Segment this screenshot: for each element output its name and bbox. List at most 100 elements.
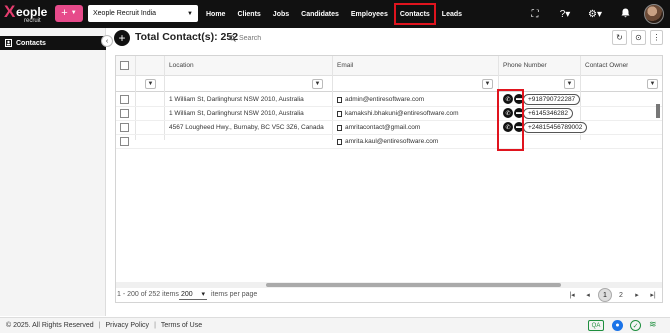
nav-contacts[interactable]: Contacts: [393, 3, 436, 25]
copy-icon[interactable]: [337, 96, 342, 103]
company-select-value: Xeople Recruit India: [93, 10, 157, 17]
table-row[interactable]: amrita.kaul@entiresoftware.com: [116, 135, 662, 149]
sidebar-item-contacts[interactable]: Contacts: [0, 36, 106, 50]
help-icon[interactable]: ?▾: [550, 9, 580, 20]
row-checkbox[interactable]: [120, 123, 129, 132]
cell-email[interactable]: amrita.kaul@entiresoftware.com: [332, 135, 438, 148]
fullscreen-icon[interactable]: ⛶: [520, 9, 550, 20]
select-all-checkbox[interactable]: [120, 61, 129, 70]
email-text: kamakshi.bhakuni@entiresoftware.com: [345, 110, 459, 117]
logo-wordmark: eople: [16, 5, 48, 19]
main-nav: Home Clients Jobs Candidates Employees C…: [200, 0, 468, 28]
footer: © 2025. All Rights Reserved | Privacy Po…: [0, 317, 670, 333]
copy-icon[interactable]: [337, 138, 342, 145]
wifi-icon[interactable]: ≋: [649, 319, 657, 330]
cell-email[interactable]: kamakshi.bhakuni@entiresoftware.com: [332, 107, 459, 120]
prev-page-button[interactable]: ◂: [581, 288, 595, 302]
company-select[interactable]: Xeople Recruit India ▼: [88, 5, 198, 22]
column-header-phone[interactable]: Phone Number: [498, 56, 547, 75]
email-text: admin@entiresoftware.com: [345, 96, 425, 103]
copy-icon[interactable]: [337, 124, 342, 131]
phone-number[interactable]: +6145346282: [523, 108, 573, 119]
divider: |: [154, 322, 156, 329]
table-row[interactable]: 1 William St, Darlinghurst NSW 2010, Aus…: [116, 93, 662, 107]
filter-icon[interactable]: ▼: [145, 79, 156, 89]
sidebar-item-label: Contacts: [16, 39, 46, 47]
cell-email[interactable]: amritacontact@gmail.com: [332, 121, 420, 134]
page-title: Total Contact(s): 252: [135, 31, 239, 43]
avatar[interactable]: [644, 4, 664, 24]
phone-number[interactable]: +24815456789002: [523, 122, 588, 133]
quick-add-button[interactable]: + ▼: [55, 5, 83, 22]
refresh-button[interactable]: ↻: [612, 30, 627, 45]
table-row[interactable]: 1 William St, Darlinghurst NSW 2010, Aus…: [116, 107, 662, 121]
highlight-box: [497, 89, 524, 151]
nav-home[interactable]: Home: [200, 3, 231, 25]
top-navbar: X eople recruit + ▼ Xeople Recruit India…: [0, 0, 670, 28]
cell-location: [164, 135, 169, 148]
last-page-button[interactable]: ▸|: [646, 288, 660, 302]
bell-icon[interactable]: [610, 8, 640, 21]
privacy-link[interactable]: Privacy Policy: [105, 322, 149, 329]
copyright: © 2025. All Rights Reserved: [6, 322, 94, 329]
logo-subtitle: recruit: [24, 18, 41, 24]
cell-location: 4567 Lougheed Hwy., Burnaby, BC V5C 3Z6,…: [169, 124, 324, 131]
vertical-scrollbar[interactable]: [656, 104, 660, 118]
collapse-sidebar-button[interactable]: ‹: [101, 35, 113, 47]
search-bar: [229, 32, 599, 45]
filter-icon[interactable]: ▼: [312, 79, 323, 89]
left-sidebar: Contacts: [0, 28, 106, 316]
column-header-location[interactable]: Location: [164, 56, 194, 75]
chevron-down-icon: ▾: [201, 291, 205, 298]
plus-icon: +: [61, 7, 68, 19]
filter-icon[interactable]: ▼: [482, 79, 493, 89]
terms-link[interactable]: Terms of Use: [161, 322, 202, 329]
row-checkbox[interactable]: [120, 137, 129, 146]
nav-employees[interactable]: Employees: [345, 3, 394, 25]
nav-clients[interactable]: Clients: [231, 3, 266, 25]
page-button[interactable]: 1: [598, 288, 612, 302]
email-text: amrita.kaul@entiresoftware.com: [345, 138, 439, 145]
add-contact-button[interactable]: +: [114, 30, 130, 46]
chevron-down-icon: ▼: [187, 10, 193, 17]
cell-location: 1 William St, Darlinghurst NSW 2010, Aus…: [169, 110, 304, 117]
page-size-value: 200: [181, 290, 193, 298]
column-header-email[interactable]: Email: [332, 56, 353, 75]
nav-leads[interactable]: Leads: [436, 3, 468, 25]
more-button[interactable]: ⋮: [650, 30, 663, 45]
nav-candidates[interactable]: Candidates: [295, 3, 345, 25]
copy-icon[interactable]: [337, 110, 342, 117]
row-checkbox[interactable]: [120, 109, 129, 118]
check-icon[interactable]: ✓: [630, 320, 641, 331]
column-header-contact-owner[interactable]: Contact Owner: [580, 56, 628, 75]
chevron-down-icon: ▼: [70, 10, 77, 16]
settings-icon[interactable]: ⚙▾: [580, 9, 610, 20]
contacts-icon: [5, 39, 12, 47]
first-page-button[interactable]: |◂: [565, 288, 579, 302]
filter-icon[interactable]: ▼: [564, 79, 575, 89]
cell-location: 1 William St, Darlinghurst NSW 2010, Aus…: [169, 96, 304, 103]
pager: 1 - 200 of 252 items 200 ▾ items per pag…: [115, 285, 663, 305]
page-size-select[interactable]: 200 ▾: [179, 289, 207, 300]
brand-logo[interactable]: X eople recruit: [4, 3, 50, 25]
divider: |: [98, 322, 101, 329]
logo-x-mark: X: [4, 2, 16, 21]
next-page-button[interactable]: ▸: [630, 288, 644, 302]
filter-icon[interactable]: ▼: [647, 79, 658, 89]
email-text: amritacontact@gmail.com: [345, 124, 421, 131]
row-checkbox[interactable]: [120, 95, 129, 104]
table-row[interactable]: 4567 Lougheed Hwy., Burnaby, BC V5C 3Z6,…: [116, 121, 662, 135]
phone-number[interactable]: +918790722287: [523, 94, 581, 105]
search-icon: [229, 35, 236, 42]
search-input[interactable]: [239, 35, 579, 42]
nav-jobs[interactable]: Jobs: [267, 3, 295, 25]
column-settings-button[interactable]: ⊙: [631, 30, 646, 45]
page-size-label: items per page: [211, 291, 258, 298]
qa-badge[interactable]: QA: [588, 320, 604, 331]
pager-info: 1 - 200 of 252 items: [117, 291, 179, 298]
user-status-icon[interactable]: ●: [612, 320, 623, 331]
page-button[interactable]: 2: [614, 288, 628, 302]
top-icon-bar: ⛶ ?▾ ⚙▾: [520, 0, 670, 28]
contacts-grid: Location Email Phone Number Contact Owne…: [115, 55, 663, 303]
cell-email[interactable]: admin@entiresoftware.com: [332, 93, 424, 106]
